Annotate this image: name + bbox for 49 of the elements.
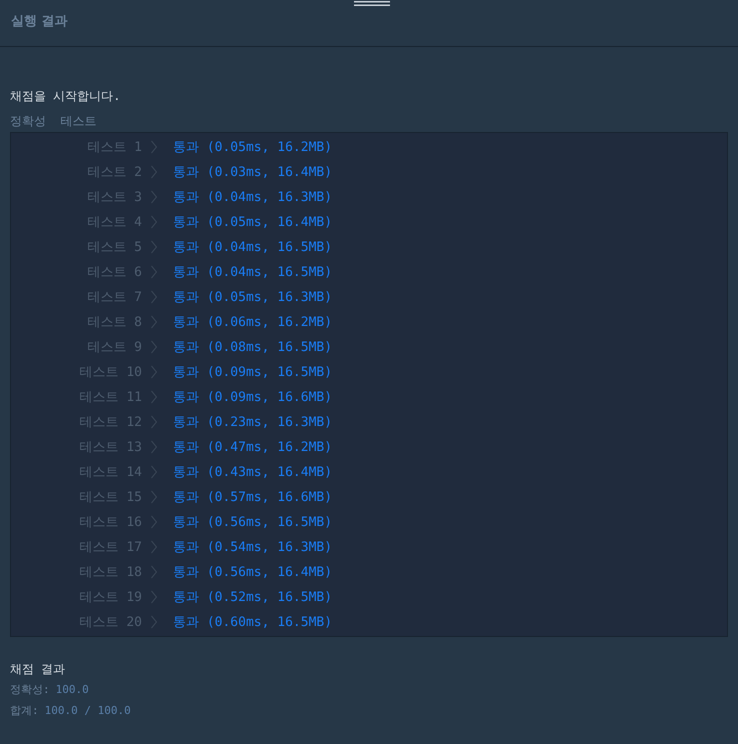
test-result: 통과 (0.52ms, 16.5MB)	[173, 588, 332, 606]
chevron-icon	[151, 464, 157, 478]
test-result: 통과 (0.47ms, 16.2MB)	[173, 438, 332, 456]
test-result: 통과 (0.08ms, 16.5MB)	[173, 338, 332, 356]
chevron-icon	[151, 390, 157, 404]
chevron-icon	[151, 590, 157, 604]
summary-label: 정확성:	[10, 682, 50, 698]
test-result: 통과 (0.43ms, 16.4MB)	[173, 464, 332, 480]
test-result: 통과 (0.05ms, 16.4MB)	[173, 214, 332, 230]
output-text: 채점을 시작합니다.	[10, 88, 122, 104]
summary-label: 합계:	[10, 703, 39, 719]
test-result: 통과 (0.57ms, 16.6MB)	[173, 488, 332, 506]
chevron-icon	[151, 364, 157, 378]
test-result: 통과 (0.03ms, 16.4MB)	[173, 164, 332, 180]
test-result: 통과 (0.05ms, 16.3MB)	[173, 288, 332, 306]
chevron-icon	[151, 340, 157, 354]
chevron-icon	[151, 264, 157, 278]
test-result: 통과 (0.56ms, 16.4MB)	[173, 564, 332, 580]
chevron-icon	[151, 514, 157, 528]
test-result: 통과 (0.04ms, 16.5MB)	[173, 264, 332, 280]
section-label: 정확성 테스트	[10, 113, 98, 129]
chevron-icon	[151, 414, 157, 428]
chevron-icon	[151, 164, 157, 178]
test-result: 통과 (0.04ms, 16.5MB)	[173, 238, 332, 256]
drag-handle-icon[interactable]	[354, 0, 390, 7]
chevron-icon	[151, 190, 157, 204]
chevron-icon	[151, 614, 157, 628]
chevron-icon	[151, 314, 157, 328]
summary-title: 채점 결과	[10, 661, 66, 677]
chevron-icon	[151, 490, 157, 504]
test-result: 통과 (0.06ms, 16.2MB)	[173, 314, 332, 330]
summary-value: 100.0	[56, 682, 89, 698]
chevron-icon	[151, 440, 157, 454]
test-result: 통과 (0.56ms, 16.5MB)	[173, 514, 332, 530]
chevron-icon	[151, 540, 157, 554]
test-result: 통과 (0.04ms, 16.3MB)	[173, 188, 332, 206]
summary-value: 100.0 / 100.0	[44, 703, 131, 719]
test-result: 통과 (0.54ms, 16.3MB)	[173, 538, 332, 556]
test-result: 통과 (0.09ms, 16.6MB)	[173, 388, 332, 406]
chevron-icon	[151, 240, 157, 254]
test-result: 통과 (0.23ms, 16.3MB)	[173, 414, 332, 430]
chevron-icon	[151, 214, 157, 228]
test-result: 통과 (0.05ms, 16.2MB)	[173, 138, 332, 156]
panel-title: 실행 결과	[11, 14, 68, 29]
test-result: 통과 (0.09ms, 16.5MB)	[173, 364, 332, 380]
test-result: 통과 (0.60ms, 16.5MB)	[173, 614, 332, 630]
chevron-icon	[151, 140, 157, 154]
chevron-icon	[151, 564, 157, 578]
chevron-icon	[151, 290, 157, 304]
